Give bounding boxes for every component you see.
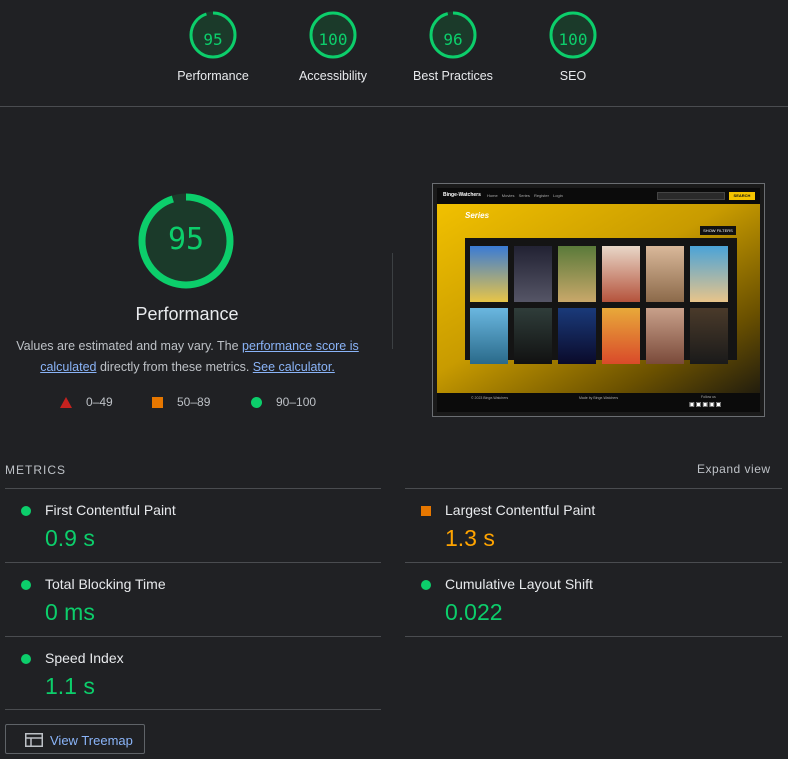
poster-image	[690, 246, 728, 302]
metric-name: Largest Contentful Paint	[445, 502, 596, 518]
treemap-icon	[25, 733, 43, 747]
screenshot-poster-grid	[465, 238, 737, 364]
metric-name: First Contentful Paint	[45, 502, 176, 518]
final-screenshot[interactable]: Binge-Watchers Home Movies Series Regist…	[432, 183, 765, 417]
poster-image	[558, 246, 596, 302]
gauge-label: Best Practices	[413, 69, 493, 83]
metric-value: 1.1 s	[45, 673, 95, 699]
gauge-accessibility[interactable]: 100 Accessibility	[283, 10, 383, 83]
poster-image	[470, 308, 508, 364]
view-treemap-button[interactable]: View Treemap	[5, 724, 145, 754]
metric-total-blocking-time: Total Blocking Time 0 ms	[5, 563, 365, 635]
divider	[0, 106, 788, 107]
view-treemap-label: View Treemap	[50, 733, 133, 748]
legend-range: 0–49	[86, 395, 113, 409]
screenshot-filter-button: SHOW FILTERS	[700, 226, 736, 235]
screenshot-page: Binge-Watchers Home Movies Series Regist…	[437, 188, 760, 412]
metric-first-contentful-paint: First Contentful Paint 0.9 s	[5, 489, 365, 561]
gauge-score: 100	[318, 30, 348, 49]
metric-cumulative-layout-shift: Cumulative Layout Shift 0.022	[405, 563, 765, 635]
metric-name: Speed Index	[45, 650, 124, 666]
footer-follow: Follow us	[701, 395, 716, 399]
gauge-label: SEO	[559, 69, 587, 83]
square-icon	[152, 397, 163, 409]
screenshot-search-input	[657, 192, 725, 200]
pass-circle-icon	[421, 580, 431, 590]
performance-description: Values are estimated and may vary. The p…	[15, 336, 360, 378]
description-text: Values are estimated and may vary. The	[16, 339, 243, 353]
poster-image	[646, 246, 684, 302]
gauge-performance[interactable]: 95 Performance	[163, 10, 263, 83]
gauge-seo[interactable]: 100 SEO	[523, 10, 623, 83]
performance-title: Performance	[135, 304, 239, 324]
metric-value: 0.022	[445, 599, 503, 625]
screenshot-nav-links: Home Movies Series Register Login	[487, 193, 563, 198]
gauge-score: 96	[443, 30, 463, 49]
average-square-icon	[421, 506, 431, 516]
poster-image	[690, 308, 728, 364]
metric-speed-index: Speed Index 1.1 s	[5, 637, 365, 709]
screenshot-brand: Binge-Watchers	[443, 192, 481, 198]
metric-value: 0.9 s	[45, 525, 95, 551]
see-calculator-link[interactable]: See calculator.	[253, 360, 335, 374]
gauge-score: 95	[203, 30, 223, 49]
gauge-label: Performance	[177, 69, 249, 83]
poster-image	[514, 246, 552, 302]
gauge-score: 100	[558, 30, 588, 49]
legend-average: 50–89	[152, 395, 210, 411]
category-gauges: 95 Performance 100 Accessibility 96 Best…	[0, 0, 788, 106]
metrics-heading: METRICS	[5, 463, 66, 477]
gauge-best-practices[interactable]: 96 Best Practices	[403, 10, 503, 83]
legend-range: 90–100	[276, 395, 317, 409]
metric-value: 0 ms	[45, 599, 95, 625]
pass-circle-icon	[21, 580, 31, 590]
poster-image	[602, 308, 640, 364]
poster-image	[602, 246, 640, 302]
triangle-icon	[60, 397, 72, 409]
metric-largest-contentful-paint: Largest Contentful Paint 1.3 s	[405, 489, 765, 561]
pass-circle-icon	[21, 506, 31, 516]
screenshot-search-button: SEARCH	[729, 192, 755, 200]
poster-image	[470, 246, 508, 302]
social-icons: ▣▣▣▣▣	[689, 402, 723, 408]
vertical-divider	[392, 253, 393, 349]
divider	[405, 636, 782, 637]
legend-pass: 90–100	[251, 395, 316, 411]
performance-main-score: 95	[167, 222, 205, 257]
pass-circle-icon	[21, 654, 31, 664]
footer-credit: Made by Binge-Watchers	[579, 396, 619, 400]
metric-name: Cumulative Layout Shift	[445, 576, 593, 592]
poster-image	[558, 308, 596, 364]
metric-name: Total Blocking Time	[45, 576, 166, 592]
divider	[5, 709, 381, 710]
screenshot-navbar: Binge-Watchers Home Movies Series Regist…	[437, 188, 760, 204]
description-text: directly from these metrics.	[96, 360, 253, 374]
expand-view-button[interactable]: Expand view	[697, 462, 771, 476]
screenshot-footer: © 2023 Binge-Watchers Made by Binge-Watc…	[437, 393, 760, 412]
legend-fail: 0–49	[60, 395, 113, 411]
circle-icon	[251, 397, 262, 409]
legend-range: 50–89	[177, 395, 211, 409]
footer-copyright: © 2023 Binge-Watchers	[471, 396, 509, 400]
metric-value: 1.3 s	[445, 525, 495, 551]
poster-image	[646, 308, 684, 364]
gauge-label: Accessibility	[298, 69, 368, 83]
poster-image	[514, 308, 552, 364]
screenshot-heading: Series	[465, 211, 490, 220]
